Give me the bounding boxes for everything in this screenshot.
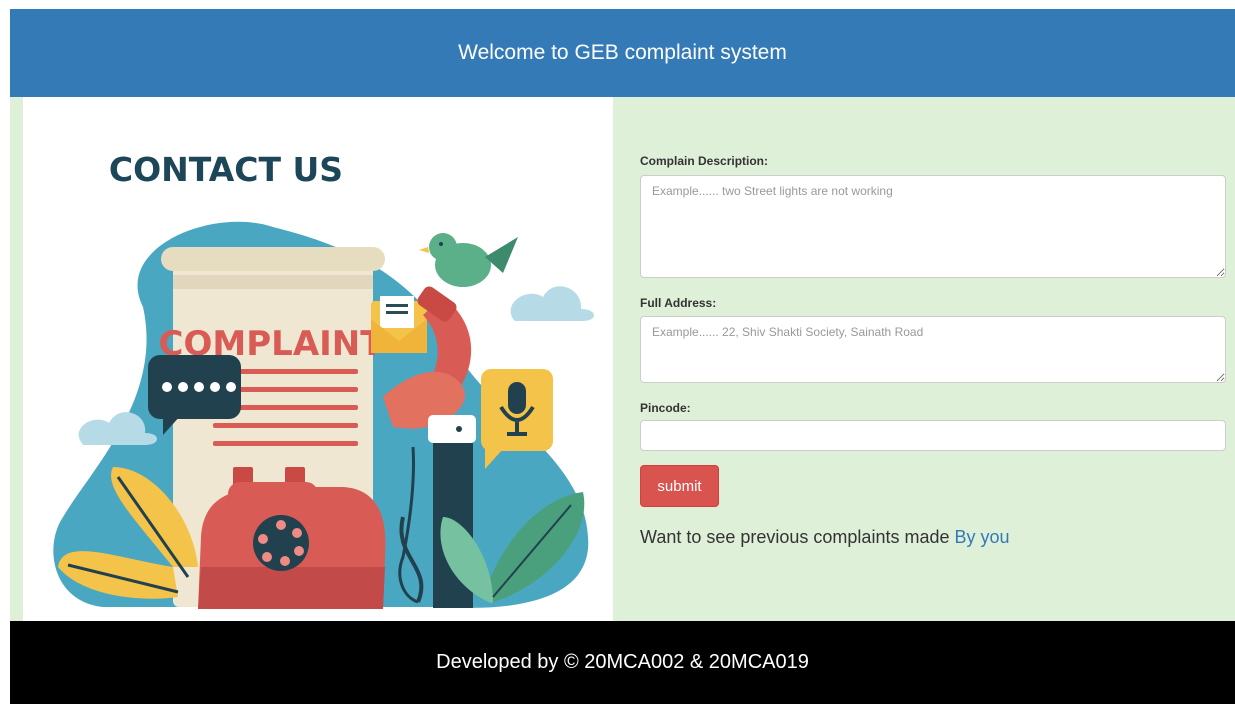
envelope-icon [371, 296, 427, 353]
description-textarea[interactable] [640, 175, 1226, 278]
document-roll [161, 247, 385, 271]
cloud-icon [510, 286, 595, 321]
illustration-panel: CONTACT US COMPLAINT [23, 97, 613, 621]
description-label: Complain Description: [640, 154, 769, 168]
address-textarea[interactable] [640, 316, 1226, 383]
by-you-link[interactable]: By you [954, 527, 1009, 547]
contact-us-illustration: CONTACT US COMPLAINT [53, 150, 595, 609]
main-content: CONTACT US COMPLAINT Complain Descriptio… [10, 97, 1235, 621]
footer-text: Developed by © 20MCA002 & 20MCA019 [436, 651, 809, 673]
bird-icon [419, 233, 518, 287]
contact-us-heading: CONTACT US [109, 150, 343, 189]
previous-complaints-text: Want to see previous complaints made [640, 527, 955, 547]
submit-button[interactable]: submit [640, 465, 719, 507]
pincode-input[interactable] [640, 420, 1226, 451]
page-header: Welcome to GEB complaint system [10, 9, 1235, 97]
header-title: Welcome to GEB complaint system [458, 41, 787, 64]
pincode-label: Pincode: [640, 401, 691, 415]
address-label: Full Address: [640, 296, 717, 310]
complaint-form: Complain Description: Full Address: Pinc… [640, 97, 1230, 621]
page-footer: Developed by © 20MCA002 & 20MCA019 [10, 621, 1235, 704]
previous-complaints-line: Want to see previous complaints made By … [640, 527, 1010, 548]
